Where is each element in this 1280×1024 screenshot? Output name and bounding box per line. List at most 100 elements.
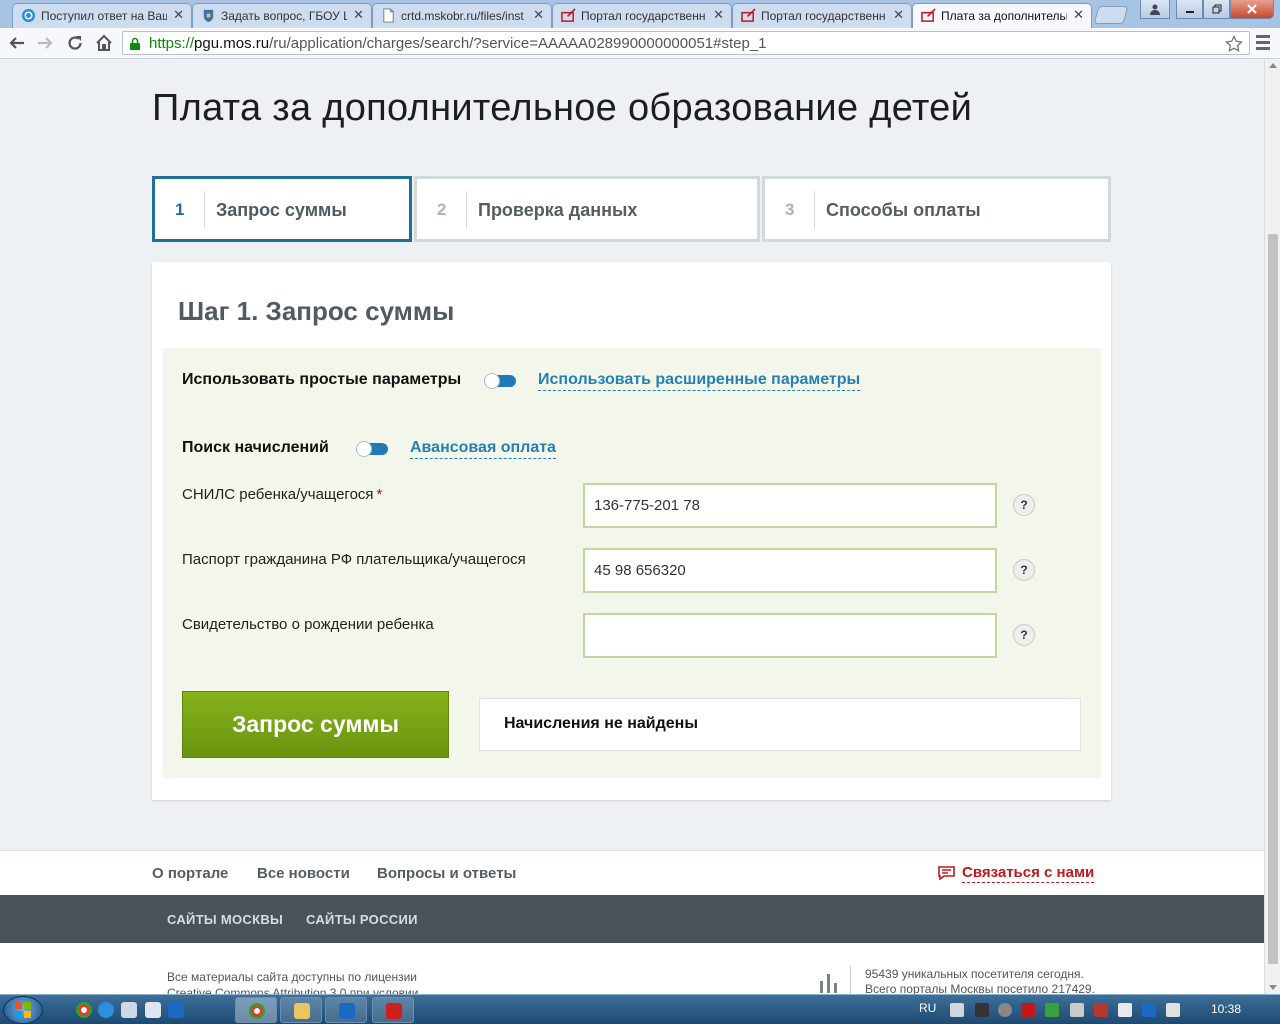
browser-tab-label: Портал государственн bbox=[581, 9, 706, 23]
footer-link-about[interactable]: О портале bbox=[152, 865, 228, 882]
settings-tray-icon[interactable] bbox=[1070, 1003, 1084, 1017]
network-tray-icon[interactable] bbox=[1166, 1003, 1180, 1017]
forward-button[interactable] bbox=[32, 31, 58, 55]
reload-button[interactable] bbox=[62, 31, 88, 55]
disc-tray-icon[interactable] bbox=[998, 1003, 1012, 1017]
step-number: 1 bbox=[175, 200, 185, 219]
visitor-stats: 95439 уникальных посетителя сегодня. Все… bbox=[865, 967, 1095, 994]
page-scrollbar[interactable] bbox=[1264, 59, 1280, 994]
step-divider bbox=[814, 191, 815, 229]
minimize-icon bbox=[1185, 11, 1194, 13]
taskbar-outlook-button[interactable] bbox=[325, 997, 367, 1023]
scroll-up-arrow-icon[interactable] bbox=[1269, 63, 1277, 68]
birth-certificate-help-icon[interactable]: ? bbox=[1013, 624, 1035, 646]
ie-quicklaunch-icon[interactable] bbox=[98, 1002, 114, 1018]
snils-input[interactable] bbox=[583, 483, 997, 528]
step-tab-3[interactable]: 3 Способы оплаты bbox=[762, 176, 1111, 242]
footer-link-news[interactable]: Все новости bbox=[257, 865, 350, 882]
back-arrow-icon bbox=[9, 37, 24, 49]
passport-help-icon[interactable]: ? bbox=[1013, 559, 1035, 581]
folder-icon bbox=[294, 1003, 310, 1019]
advance-payment-link[interactable]: Авансовая оплата bbox=[410, 439, 556, 459]
outlook-quicklaunch-icon[interactable] bbox=[168, 1002, 184, 1018]
russia-sites-link[interactable]: САЙТЫ РОССИИ bbox=[306, 912, 418, 927]
user-profile-button[interactable] bbox=[1140, 0, 1170, 19]
browser-tab-5[interactable]: Портал государственн ✕ bbox=[732, 3, 912, 28]
tab-close-icon[interactable]: ✕ bbox=[713, 7, 724, 23]
address-bar[interactable]: https://pgu.mos.ru/ru/application/charge… bbox=[122, 31, 1250, 55]
taskbar-acrobat-button[interactable] bbox=[372, 997, 414, 1023]
window-close-button[interactable] bbox=[1230, 0, 1274, 19]
tab-close-icon[interactable]: ✕ bbox=[533, 7, 544, 23]
desktop-quicklaunch-icon[interactable] bbox=[121, 1002, 137, 1018]
step-tab-2[interactable]: 2 Проверка данных bbox=[414, 176, 760, 242]
flash-tray-icon[interactable] bbox=[1021, 1003, 1035, 1017]
footer-sites-bar: САЙТЫ МОСКВЫ САЙТЫ РОССИИ bbox=[0, 895, 1264, 943]
snils-label-text: СНИЛС ребенка/учащегося bbox=[182, 486, 374, 503]
scrollbar-thumb[interactable] bbox=[1268, 234, 1278, 964]
tab-close-icon[interactable]: ✕ bbox=[353, 7, 364, 23]
start-button[interactable] bbox=[3, 996, 43, 1024]
contact-us-label: Связаться с нами bbox=[962, 864, 1095, 883]
birth-certificate-input[interactable] bbox=[583, 613, 997, 658]
clock[interactable]: 10:38 bbox=[1211, 1002, 1241, 1016]
advanced-params-link[interactable]: Использовать расширенные параметры bbox=[538, 371, 861, 391]
card-title: Шаг 1. Запрос суммы bbox=[178, 296, 455, 326]
mail-icon bbox=[21, 8, 36, 23]
payment-mode-toggle[interactable] bbox=[356, 441, 388, 457]
browser-tab-4[interactable]: Портал государственн ✕ bbox=[552, 3, 732, 28]
browser-tab-label: crtd.mskobr.ru/files/inst bbox=[401, 9, 524, 23]
chrome-quicklaunch-icon[interactable] bbox=[76, 1002, 92, 1018]
page-title: Плата за дополнительное образование дете… bbox=[152, 87, 973, 129]
menu-bar-icon bbox=[1256, 35, 1270, 38]
taskbar-chrome-button[interactable] bbox=[235, 997, 277, 1023]
window-tray-icon[interactable] bbox=[1118, 1003, 1132, 1017]
params-mode-toggle[interactable] bbox=[484, 373, 516, 389]
birth-certificate-label: Свидетельство о рождении ребенка bbox=[182, 616, 434, 633]
user-icon bbox=[1150, 4, 1160, 15]
close-icon bbox=[1247, 4, 1257, 14]
url-host: pgu.mos.ru bbox=[194, 35, 270, 52]
moscow-sites-link[interactable]: САЙТЫ МОСКВЫ bbox=[167, 912, 283, 927]
url-protocol: https:// bbox=[149, 35, 195, 52]
tools-tray-icon[interactable] bbox=[1094, 1003, 1108, 1017]
scroll-down-arrow-icon[interactable] bbox=[1269, 985, 1277, 990]
maximize-button[interactable] bbox=[1203, 0, 1230, 19]
menu-bar-icon bbox=[1256, 47, 1270, 50]
request-amount-button[interactable]: Запрос суммы bbox=[182, 691, 449, 758]
new-tab-button[interactable] bbox=[1093, 6, 1129, 24]
language-indicator[interactable]: RU bbox=[919, 1001, 936, 1015]
bookmark-star-icon[interactable] bbox=[1225, 35, 1243, 53]
footer-link-faq[interactable]: Вопросы и ответы bbox=[377, 865, 516, 882]
stats-divider bbox=[850, 965, 851, 994]
browser-tab-3[interactable]: crtd.mskobr.ru/files/inst ✕ bbox=[372, 3, 552, 28]
document-icon bbox=[383, 8, 394, 23]
browser-tab-1[interactable]: Поступил ответ на Ваш ✕ bbox=[12, 3, 192, 28]
pdf-icon bbox=[386, 1003, 402, 1019]
url-path: /ru/application/charges/search/?service=… bbox=[269, 35, 767, 52]
browser-menu-button[interactable] bbox=[1252, 32, 1274, 54]
tab-close-icon[interactable]: ✕ bbox=[1073, 7, 1084, 23]
step-tab-1[interactable]: 1 Запрос суммы bbox=[152, 176, 412, 242]
antivirus-tray-icon[interactable] bbox=[1045, 1003, 1059, 1017]
volume-icon[interactable] bbox=[950, 1003, 964, 1017]
minimize-button[interactable] bbox=[1176, 0, 1203, 19]
snils-help-icon[interactable]: ? bbox=[1013, 494, 1035, 516]
home-button[interactable] bbox=[91, 31, 117, 55]
step-label: Способы оплаты bbox=[826, 200, 981, 220]
tab-close-icon[interactable]: ✕ bbox=[893, 7, 904, 23]
step-label: Запрос суммы bbox=[216, 200, 347, 220]
window-switch-quicklaunch-icon[interactable] bbox=[145, 1002, 161, 1018]
browser-tab-2[interactable]: Задать вопрос, ГБОУ Ц ✕ bbox=[192, 3, 372, 28]
passport-input[interactable] bbox=[583, 548, 997, 593]
browser-tab-strip: Поступил ответ на Ваш ✕ Задать вопрос, Г… bbox=[0, 0, 1280, 28]
portal-icon bbox=[561, 8, 576, 22]
search-result-text: Начисления не найдены bbox=[504, 715, 698, 732]
outlook-tray-icon[interactable] bbox=[1142, 1003, 1156, 1017]
monitor-tray-icon[interactable] bbox=[975, 1003, 989, 1017]
tab-close-icon[interactable]: ✕ bbox=[173, 7, 184, 23]
reload-icon bbox=[68, 36, 82, 50]
browser-tab-active[interactable]: Плата за дополнительн ✕ bbox=[912, 3, 1092, 28]
back-button[interactable] bbox=[4, 31, 30, 55]
taskbar-explorer-button[interactable] bbox=[280, 997, 322, 1023]
